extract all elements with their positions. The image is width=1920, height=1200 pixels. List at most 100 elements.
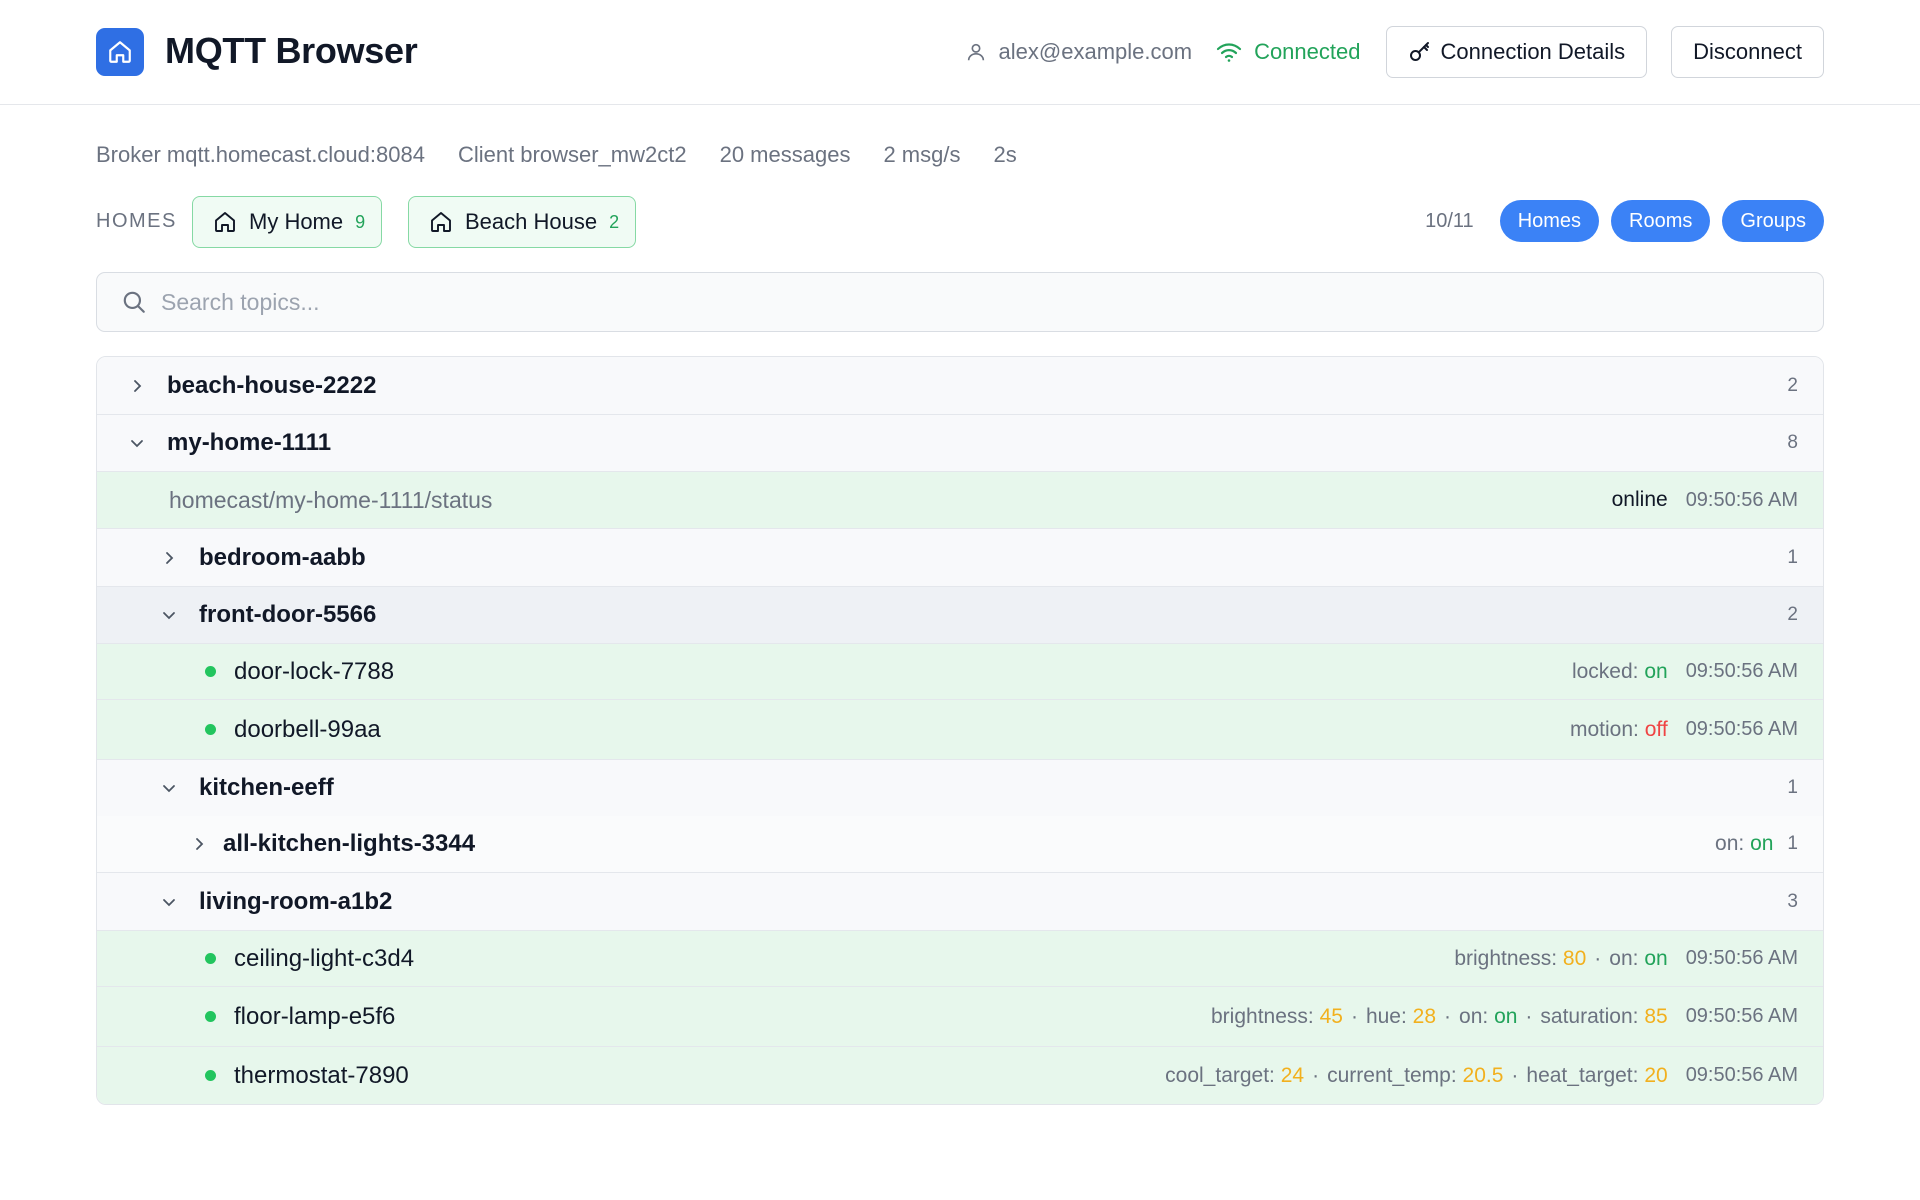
disconnect-button[interactable]: Disconnect bbox=[1671, 26, 1824, 78]
home-chip-label: My Home bbox=[249, 209, 344, 234]
chevron-down-icon[interactable] bbox=[159, 895, 179, 909]
tree-node-living-room[interactable]: living-room-a1b2 3 bbox=[97, 872, 1823, 930]
value-key: on: bbox=[1715, 832, 1745, 855]
value: 85 bbox=[1644, 1004, 1668, 1028]
tree-node-kitchen[interactable]: kitchen-eeff 1 bbox=[97, 759, 1823, 816]
home-chip-beach-house[interactable]: Beach House 2 bbox=[408, 196, 637, 248]
node-count: 1 bbox=[1787, 777, 1798, 798]
home-chip-count: 2 bbox=[609, 211, 620, 232]
value: on bbox=[1644, 659, 1668, 683]
value: 24 bbox=[1280, 1063, 1305, 1087]
node-count: 2 bbox=[1787, 604, 1798, 625]
message-count: 20 messages bbox=[719, 142, 851, 167]
topic-tree: beach-house-2222 2 my-home-1111 8 homeca… bbox=[96, 356, 1824, 1105]
leaf-values: brightness: 45 · hue: 28 · on: on · satu… bbox=[1211, 1005, 1798, 1029]
separator: · bbox=[1525, 1004, 1533, 1028]
tree-node-my-home[interactable]: my-home-1111 8 bbox=[97, 414, 1823, 471]
client-info: Client browser_mw2ct2 bbox=[457, 142, 687, 167]
status-label: Connected bbox=[1254, 39, 1361, 64]
online-dot bbox=[205, 1070, 216, 1081]
online-dot bbox=[205, 724, 216, 735]
node-name: beach-house-2222 bbox=[167, 371, 377, 399]
homes-label: HOMES bbox=[96, 210, 177, 232]
tree-leaf-ceiling-light[interactable]: ceiling-light-c3d4 brightness: 80 · on: … bbox=[97, 930, 1823, 986]
connection-details-label: Connection Details bbox=[1440, 39, 1626, 64]
tree-leaf-door-lock[interactable]: door-lock-7788 locked: on 09:50:56 AM bbox=[97, 643, 1823, 699]
leaf-values: motion: off 09:50:56 AM bbox=[1570, 718, 1798, 742]
value: off bbox=[1644, 717, 1668, 741]
node-count: 1 bbox=[1787, 546, 1798, 568]
connection-stats: Broker mqtt.homecast.cloud:8084 Client b… bbox=[96, 142, 1050, 168]
home-icon bbox=[431, 212, 451, 232]
filter-groups-button[interactable]: Groups bbox=[1722, 200, 1824, 242]
value-key: heat_target: bbox=[1526, 1063, 1639, 1087]
node-name: bedroom-aabb bbox=[199, 543, 366, 571]
tree-leaf-floor-lamp[interactable]: floor-lamp-e5f6 brightness: 45 · hue: 28… bbox=[97, 986, 1823, 1046]
value: on bbox=[1750, 832, 1774, 855]
timestamp: 09:50:56 AM bbox=[1685, 1005, 1798, 1027]
search-icon bbox=[123, 291, 145, 313]
timestamp: 09:50:56 AM bbox=[1685, 718, 1798, 740]
leaf-name: ceiling-light-c3d4 bbox=[234, 944, 415, 972]
node-count: 3 bbox=[1787, 890, 1798, 912]
value: on bbox=[1494, 1004, 1518, 1028]
tree-node-all-kitchen-lights[interactable]: all-kitchen-lights-3344 on: on 1 bbox=[97, 816, 1823, 872]
separator: · bbox=[1312, 1063, 1320, 1087]
app-title: MQTT Browser bbox=[165, 30, 418, 71]
filter-homes-button[interactable]: Homes bbox=[1499, 200, 1600, 242]
last-message-age: 2s bbox=[993, 142, 1017, 167]
chevron-right-icon[interactable] bbox=[159, 551, 179, 565]
status-value: online bbox=[1611, 488, 1668, 511]
chevron-right-icon[interactable] bbox=[127, 379, 147, 393]
tree-node-bedroom[interactable]: bedroom-aabb 1 bbox=[97, 528, 1823, 586]
leaf-values: on: on 1 bbox=[1715, 832, 1798, 856]
chevron-down-icon[interactable] bbox=[159, 781, 179, 795]
home-chip-label: Beach House bbox=[465, 209, 598, 234]
tree-leaf-status-topic[interactable]: homecast/my-home-1111/status online 09:5… bbox=[97, 471, 1823, 528]
chevron-down-icon[interactable] bbox=[159, 608, 179, 622]
tree-node-front-door[interactable]: front-door-5566 2 bbox=[97, 586, 1823, 643]
value-key: locked: bbox=[1571, 659, 1639, 683]
node-count: 1 bbox=[1787, 833, 1798, 854]
timestamp: 09:50:56 AM bbox=[1685, 488, 1798, 511]
leaf-name: thermostat-7890 bbox=[234, 1061, 409, 1089]
home-chip-my-home[interactable]: My Home 9 bbox=[192, 196, 383, 248]
separator: · bbox=[1350, 1004, 1358, 1028]
filter-bar: 10/11 Homes Rooms Groups bbox=[1425, 200, 1824, 242]
home-chip-count: 9 bbox=[355, 211, 366, 232]
home-icon bbox=[96, 28, 144, 76]
user-email: alex@example.com bbox=[998, 39, 1193, 64]
tree-leaf-thermostat[interactable]: thermostat-7890 cool_target: 24 · curren… bbox=[97, 1046, 1823, 1104]
user-info: alex@example.com bbox=[965, 39, 1193, 65]
value: 20 bbox=[1644, 1063, 1668, 1087]
topic-path: homecast/my-home-1111/status bbox=[169, 486, 493, 513]
leaf-name: door-lock-7788 bbox=[234, 657, 395, 685]
value: 45 bbox=[1319, 1004, 1343, 1028]
node-count: 8 bbox=[1787, 432, 1798, 453]
value-key: on: bbox=[1459, 1004, 1489, 1028]
message-rate: 2 msg/s bbox=[883, 142, 961, 167]
broker-info: Broker mqtt.homecast.cloud:8084 bbox=[96, 142, 425, 167]
search-box bbox=[96, 272, 1824, 332]
filter-rooms-button[interactable]: Rooms bbox=[1611, 200, 1711, 242]
leaf-name: doorbell-99aa bbox=[234, 715, 381, 743]
tree-leaf-doorbell[interactable]: doorbell-99aa motion: off 09:50:56 AM bbox=[97, 699, 1823, 759]
visible-count: 10/11 bbox=[1425, 209, 1474, 232]
chevron-right-icon[interactable] bbox=[189, 837, 209, 851]
node-name: living-room-a1b2 bbox=[199, 887, 393, 915]
value: 80 bbox=[1562, 946, 1587, 970]
key-icon bbox=[1410, 42, 1430, 61]
leaf-values: cool_target: 24 · current_temp: 20.5 · h… bbox=[1165, 1064, 1798, 1088]
separator: · bbox=[1444, 1004, 1452, 1028]
app-header: MQTT Browser alex@example.com Connected … bbox=[0, 0, 1920, 105]
leaf-name: floor-lamp-e5f6 bbox=[234, 1002, 396, 1030]
search-input[interactable] bbox=[161, 288, 1761, 316]
chevron-down-icon[interactable] bbox=[127, 436, 147, 450]
tree-node-beach-house[interactable]: beach-house-2222 2 bbox=[97, 357, 1823, 414]
connection-details-button[interactable]: Connection Details bbox=[1386, 26, 1648, 78]
value-key: hue: bbox=[1365, 1004, 1407, 1028]
value-key: current_temp: bbox=[1327, 1063, 1457, 1087]
value-key: motion: bbox=[1570, 717, 1639, 741]
value: 20.5 bbox=[1462, 1063, 1504, 1087]
node-count: 2 bbox=[1787, 374, 1798, 396]
